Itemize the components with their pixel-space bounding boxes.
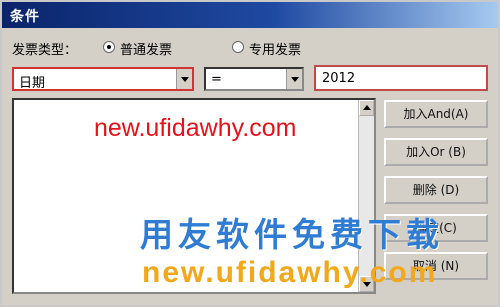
- radio-special-invoice-label[interactable]: 专用发票: [249, 39, 301, 58]
- chevron-down-icon[interactable]: [286, 69, 302, 89]
- add-or-button[interactable]: 加入Or (B): [384, 138, 488, 166]
- invoice-type-label: 发票类型：: [12, 43, 78, 58]
- value-input-text: 2012: [322, 71, 356, 86]
- radio-special-invoice[interactable]: [232, 41, 244, 53]
- watermark-site-bottom: new.ufidawhy.com: [142, 256, 438, 289]
- dialog-title: 条件: [10, 9, 40, 25]
- field-select[interactable]: 日期: [12, 67, 194, 91]
- radio-normal-invoice[interactable]: [103, 41, 115, 53]
- scroll-up-arrow-icon[interactable]: [359, 100, 374, 116]
- condition-dialog: 条件 发票类型： 普通发票 专用发票 日期 = 2012 加入And(A) 加入…: [0, 0, 500, 307]
- operator-select-value: =: [211, 72, 222, 87]
- add-and-button[interactable]: 加入And(A): [384, 100, 488, 128]
- watermark-site-top: new.ufidawhy.com: [94, 114, 297, 142]
- operator-select[interactable]: =: [204, 67, 304, 91]
- delete-button[interactable]: 删除 (D): [384, 176, 488, 204]
- radio-normal-invoice-label[interactable]: 普通发票: [120, 39, 172, 58]
- value-input[interactable]: 2012: [314, 65, 488, 91]
- chevron-down-icon[interactable]: [176, 69, 192, 89]
- title-bar[interactable]: 条件: [2, 2, 498, 28]
- watermark-promo: 用友软件免费下载: [140, 215, 444, 254]
- field-select-value: 日期: [19, 76, 46, 91]
